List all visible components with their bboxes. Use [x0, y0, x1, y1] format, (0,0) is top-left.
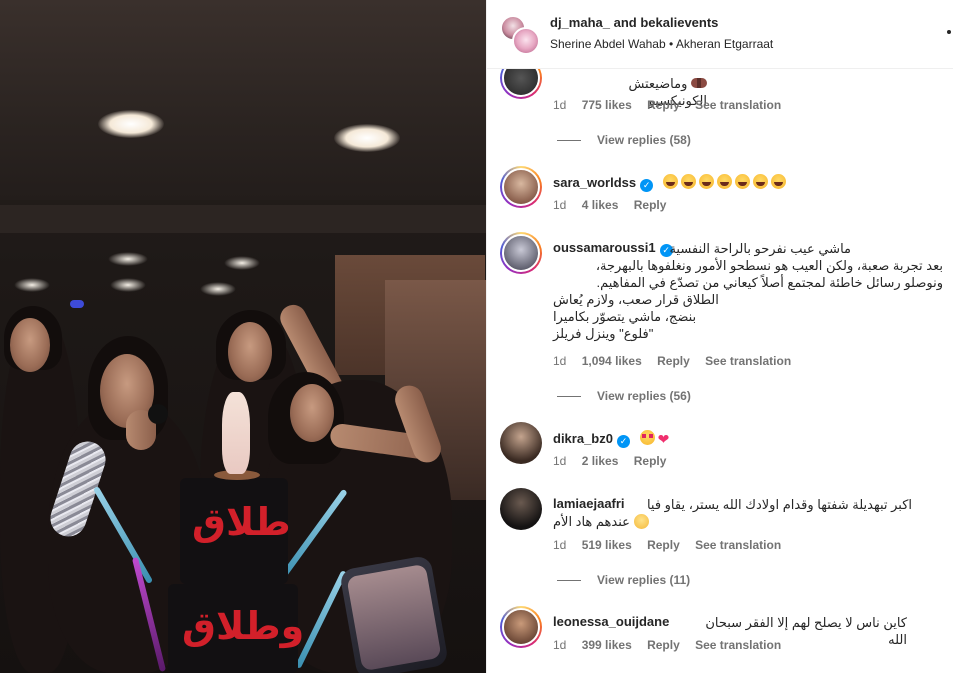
comment-avatar[interactable] — [500, 232, 542, 274]
ceiling-light — [98, 110, 164, 138]
cake-text-bottom: وطلاق — [182, 604, 305, 648]
comment-avatar[interactable] — [500, 422, 542, 464]
likes-count[interactable]: 4 likes — [582, 198, 619, 212]
comment-username[interactable]: leonessa_ouijdane — [553, 614, 669, 629]
avatar[interactable] — [512, 27, 540, 55]
comment-time: 1d — [553, 354, 567, 368]
ceiling-light — [200, 282, 236, 296]
comment-list[interactable]: وماضيعتش الكونيكسيو 1d 775 likes Reply S… — [487, 69, 953, 673]
more-options-icon[interactable] — [947, 30, 951, 34]
comment-time: 1d — [553, 454, 567, 468]
ceiling-light — [334, 124, 400, 152]
reply-button[interactable]: Reply — [657, 354, 690, 368]
face — [10, 318, 50, 372]
reply-button[interactable]: Reply — [647, 638, 680, 652]
comment-meta: 1d 519 likes Reply See translation — [553, 538, 793, 552]
comment-time: 1d — [553, 538, 567, 552]
ceiling-light — [14, 278, 50, 292]
microphone — [148, 404, 168, 424]
laughing-emoji-icon — [662, 174, 789, 190]
comment-username[interactable]: sara_worldss ✓ — [553, 174, 789, 192]
author-link[interactable]: bekalievents — [640, 15, 718, 30]
see-translation-button[interactable]: See translation — [695, 98, 781, 112]
ceiling-light — [110, 278, 146, 292]
ceiling-beam — [0, 205, 486, 233]
cake-top-tier: طلاق — [180, 478, 291, 584]
face — [290, 384, 334, 442]
phone-screen — [346, 563, 442, 672]
phone — [339, 554, 449, 673]
comment-time: 1d — [553, 638, 567, 652]
see-translation-button[interactable]: See translation — [705, 354, 791, 368]
reply-button[interactable]: Reply — [634, 198, 667, 212]
cake-topper-figurine — [222, 392, 250, 474]
divider — [557, 580, 581, 582]
audio-title[interactable]: Akheran Etgarraat — [676, 37, 773, 51]
verified-badge-icon: ✓ — [616, 435, 630, 448]
grimace-emoji-icon — [633, 514, 649, 529]
comment-avatar[interactable] — [500, 69, 542, 99]
reply-button[interactable]: Reply — [647, 98, 680, 112]
comment-text: ماشي عيب نفرحو بالراحة النفسية بعد تجربة… — [553, 241, 943, 341]
comment-time: 1d — [553, 98, 567, 112]
view-replies-button[interactable]: View replies (58) — [557, 133, 691, 147]
verified-badge-icon: ✓ — [640, 179, 654, 192]
heart-eyes-emoji-icon — [639, 430, 658, 446]
likes-count[interactable]: 399 likes — [582, 638, 632, 652]
post-authors: dj_maha_ and bekalievents — [550, 15, 718, 30]
bow-icon — [691, 78, 707, 88]
likes-count[interactable]: 519 likes — [582, 538, 632, 552]
reply-button[interactable]: Reply — [634, 454, 667, 468]
comments-panel: dj_maha_ and bekalievents Sherine Abdel … — [486, 0, 953, 673]
view-replies-button[interactable]: View replies (11) — [557, 573, 690, 587]
audio-separator: • — [668, 37, 674, 51]
view-replies-button[interactable]: View replies (56) — [557, 389, 691, 403]
comment-time: 1d — [553, 198, 567, 212]
collab-avatars[interactable] — [500, 15, 540, 55]
author-joiner: and — [613, 15, 637, 30]
comment-avatar[interactable] — [500, 488, 542, 530]
comment-avatar[interactable] — [500, 606, 542, 648]
ceiling-light — [224, 256, 260, 270]
comment-avatar[interactable] — [500, 166, 542, 208]
face — [228, 322, 272, 382]
ceiling — [0, 0, 486, 200]
comment-username[interactable]: dikra_bz0 ✓ ❤ — [553, 430, 669, 448]
blue-light — [70, 300, 84, 308]
likes-count[interactable]: 2 likes — [582, 454, 619, 468]
see-translation-button[interactable]: See translation — [695, 638, 781, 652]
divider — [557, 140, 581, 142]
ceiling-light — [108, 252, 148, 266]
author-link[interactable]: dj_maha_ — [550, 15, 610, 30]
divider — [557, 396, 581, 398]
cake-text-top: طلاق — [192, 500, 291, 544]
comment-meta: 1d 399 likes Reply See translation — [553, 638, 793, 652]
comment-meta: 1d 2 likes Reply — [553, 454, 678, 468]
audio-info: Sherine Abdel Wahab • Akheran Etgarraat — [550, 37, 773, 51]
likes-count[interactable]: 1,094 likes — [582, 354, 642, 368]
comment-meta: 1d 775 likes Reply See translation — [553, 98, 793, 112]
comment-meta: 1d 4 likes Reply — [553, 198, 678, 212]
comment-text: اكبر تبهديلة شفتها وقدام اولادك الله يست… — [553, 497, 912, 529]
comment-meta: 1d 1,094 likes Reply See translation — [553, 354, 803, 368]
likes-count[interactable]: 775 likes — [582, 98, 632, 112]
reply-button[interactable]: Reply — [647, 538, 680, 552]
audio-artist[interactable]: Sherine Abdel Wahab — [550, 37, 666, 51]
post-media[interactable]: طلاق وطلاق — [0, 0, 486, 673]
cake-bottom-tier: وطلاق — [168, 584, 303, 673]
heart-icon: ❤ — [657, 431, 670, 447]
see-translation-button[interactable]: See translation — [695, 538, 781, 552]
post-header: dj_maha_ and bekalievents Sherine Abdel … — [487, 0, 953, 69]
